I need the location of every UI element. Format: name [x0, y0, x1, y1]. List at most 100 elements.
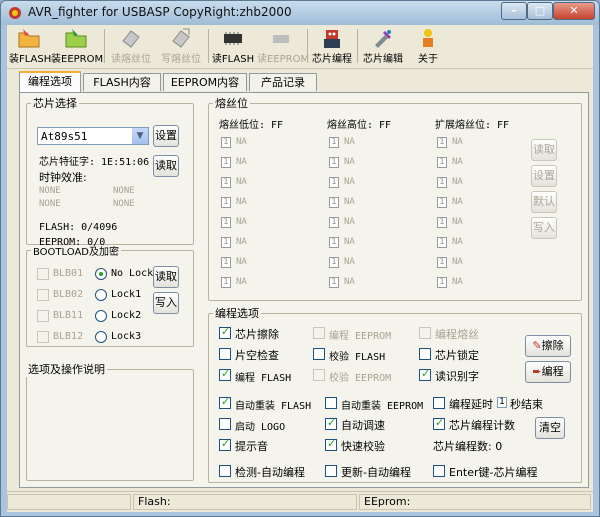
update-auto-program-checkbox[interactable] — [325, 465, 337, 477]
program-flash-checkbox[interactable]: ✓ — [219, 367, 231, 381]
option-label: 快速校验 — [341, 440, 385, 453]
toolbar-separator — [208, 29, 209, 63]
minimize-button[interactable]: – — [501, 2, 527, 20]
chip-program-button[interactable]: 芯片编程 — [309, 27, 355, 67]
lock3-radio[interactable] — [95, 331, 107, 343]
status-cell-empty — [7, 494, 131, 510]
fuse-bit-box[interactable]: 1 — [437, 217, 447, 228]
status-eeprom: EEprom: — [359, 494, 591, 510]
tab-product-record[interactable]: 产品记录 — [249, 73, 317, 91]
blb11-checkbox[interactable] — [37, 310, 49, 322]
app-icon — [9, 7, 21, 19]
fuse-bit-box[interactable]: 1 — [437, 277, 447, 288]
chip-edit-button[interactable]: 芯片编辑 — [359, 27, 407, 67]
lock2-radio[interactable] — [95, 310, 107, 322]
beep-checkbox[interactable]: ✓ — [219, 437, 231, 451]
fuse-set-button[interactable]: 设置 — [531, 165, 557, 187]
fuse-bit-box[interactable]: 1 — [329, 197, 339, 208]
tools-icon — [375, 30, 391, 48]
read-flash-button[interactable]: 读FLASH — [211, 27, 255, 67]
fuse-bit-box[interactable]: 1 — [329, 157, 339, 168]
fuse-bit-box[interactable]: 1 — [329, 277, 339, 288]
lock1-radio[interactable] — [95, 289, 107, 301]
fuse-bit-box[interactable]: 1 — [221, 197, 231, 208]
tab-flash-content[interactable]: FLASH内容 — [83, 73, 161, 91]
program-button[interactable]: ➨编程 — [525, 361, 571, 383]
option-label: 芯片擦除 — [235, 328, 279, 341]
check-icon: ✓ — [327, 437, 337, 450]
write-fuse-button[interactable]: 写熔丝位 — [157, 27, 205, 67]
maximize-button[interactable]: □ — [527, 2, 553, 20]
blb02-checkbox[interactable] — [37, 289, 49, 301]
read-signature-checkbox[interactable]: ✓ — [419, 367, 431, 381]
load-eeprom-button[interactable]: 装EEPROM — [51, 27, 103, 67]
about-button[interactable]: 关于 — [409, 27, 447, 67]
blb01-checkbox[interactable] — [37, 268, 49, 280]
tab-program-options[interactable]: 编程选项 — [19, 71, 81, 92]
auto-reload-eeprom-checkbox[interactable] — [325, 397, 337, 409]
fuse-bit-box[interactable]: 1 — [329, 237, 339, 248]
read-eeprom-button[interactable]: 读EEPROM — [257, 27, 309, 67]
load-flash-button[interactable]: 装FLASH — [9, 27, 51, 67]
auto-speed-checkbox[interactable]: ✓ — [325, 416, 337, 430]
fuse-bit-box[interactable]: 1 — [437, 137, 447, 148]
tab-eeprom-content[interactable]: EEPROM内容 — [163, 73, 247, 91]
fuse-bit-box[interactable]: 1 — [329, 257, 339, 268]
fuse-bit-box[interactable]: 1 — [329, 217, 339, 228]
flash-size: FLASH: 0/4096 — [39, 222, 118, 233]
auto-reload-flash-checkbox[interactable]: ✓ — [219, 395, 231, 409]
chip-set-button[interactable]: 设置 — [153, 125, 179, 147]
fuse-bit-label: NA — [452, 257, 463, 267]
close-button[interactable]: ✕ — [553, 2, 595, 20]
delay-value-field[interactable]: 1 — [497, 397, 507, 408]
fuse-bit-box[interactable]: 1 — [437, 257, 447, 268]
verify-flash-checkbox[interactable] — [313, 348, 325, 360]
fuse-bit-box[interactable]: 1 — [437, 157, 447, 168]
blb12-checkbox[interactable] — [37, 331, 49, 343]
erase-button[interactable]: ✎擦除 — [525, 335, 571, 357]
fast-verify-checkbox[interactable]: ✓ — [325, 437, 337, 451]
fuse-bit-box[interactable]: 1 — [329, 177, 339, 188]
chip-lock-checkbox[interactable] — [419, 348, 431, 360]
toolbar-label: 读FLASH — [211, 54, 255, 65]
toolbar-label: 芯片编辑 — [363, 54, 403, 65]
fuse-bit-box[interactable]: 1 — [221, 237, 231, 248]
fuse-read-button[interactable]: 读取 — [531, 139, 557, 161]
option-label: 自动重装 FLASH — [235, 401, 312, 412]
option-label: 检测-自动编程 — [235, 466, 305, 479]
fuse-bit-box[interactable]: 1 — [437, 237, 447, 248]
startup-logo-checkbox[interactable] — [219, 418, 231, 430]
fuse-bit-box[interactable]: 1 — [329, 137, 339, 148]
chip-dropdown[interactable]: At89s51 ▼ — [37, 127, 149, 145]
fuse-bit-box[interactable]: 1 — [221, 277, 231, 288]
option-label: 校验 FLASH — [329, 352, 386, 363]
program-fuse-checkbox[interactable] — [419, 327, 431, 339]
fuse-bit-box[interactable]: 1 — [221, 137, 231, 148]
fuse-bit-box[interactable]: 1 — [221, 257, 231, 268]
clear-button[interactable]: 清空 — [535, 417, 565, 439]
chip-read-button[interactable]: 读取 — [153, 155, 179, 177]
client-area: 装FLASH 装EEPROM 读熔丝位 写熔丝位 读FLASH 读EEPROM … — [7, 25, 593, 512]
program-options-group: 编程选项 ✓ 芯片擦除 编程 EEPROM 编程熔丝 片空检查 校验 FLASH… — [208, 305, 582, 483]
boot-write-button[interactable]: 写入 — [153, 292, 179, 314]
fuse-bit-box[interactable]: 1 — [437, 197, 447, 208]
detect-auto-program-checkbox[interactable] — [219, 465, 231, 477]
boot-read-button[interactable]: 读取 — [153, 266, 179, 288]
program-eeprom-checkbox[interactable] — [313, 327, 325, 339]
fuse-write-button[interactable]: 写入 — [531, 217, 557, 239]
fuse-bit-box[interactable]: 1 — [221, 217, 231, 228]
check-icon: ✓ — [421, 367, 431, 380]
fuse-bit-box[interactable]: 1 — [221, 177, 231, 188]
fuse-bit-box[interactable]: 1 — [221, 157, 231, 168]
fuse-bit-label: NA — [236, 257, 247, 267]
fuse-default-button[interactable]: 默认 — [531, 191, 557, 213]
no-lock-radio[interactable] — [95, 268, 107, 280]
read-fuse-button[interactable]: 读熔丝位 — [107, 27, 155, 67]
verify-eeprom-checkbox[interactable] — [313, 369, 325, 381]
enter-key-program-checkbox[interactable] — [433, 465, 445, 477]
program-delay-checkbox[interactable] — [433, 397, 445, 409]
blank-check-checkbox[interactable] — [219, 348, 231, 360]
chip-erase-checkbox[interactable]: ✓ — [219, 325, 231, 339]
program-count-checkbox[interactable]: ✓ — [433, 416, 445, 430]
fuse-bit-box[interactable]: 1 — [437, 177, 447, 188]
